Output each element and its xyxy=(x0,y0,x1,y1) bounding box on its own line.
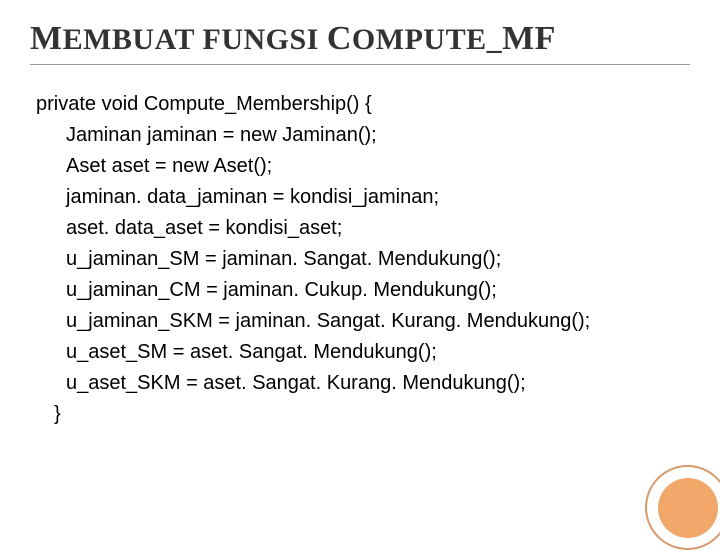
corner-decoration xyxy=(640,460,720,550)
code-line: private void Compute_Membership() { xyxy=(36,89,690,120)
code-line: } xyxy=(36,399,690,430)
code-line: aset. data_aset = kondisi_aset; xyxy=(36,213,690,244)
code-line: u_aset_SM = aset. Sangat. Mendukung(); xyxy=(36,337,690,368)
code-line: jaminan. data_jaminan = kondisi_jaminan; xyxy=(36,182,690,213)
code-line: Aset aset = new Aset(); xyxy=(36,151,690,182)
code-line: u_jaminan_SKM = jaminan. Sangat. Kurang.… xyxy=(36,306,690,337)
code-line: Jaminan jaminan = new Jaminan(); xyxy=(36,120,690,151)
code-line: u_jaminan_CM = jaminan. Cukup. Mendukung… xyxy=(36,275,690,306)
circle-icon xyxy=(658,478,718,538)
slide-title: MEMBUAT FUNGSI COMPUTE_MF xyxy=(30,20,690,65)
code-line: u_jaminan_SM = jaminan. Sangat. Mendukun… xyxy=(36,244,690,275)
slide: MEMBUAT FUNGSI COMPUTE_MF private void C… xyxy=(0,0,720,540)
code-block: private void Compute_Membership() { Jami… xyxy=(30,89,690,430)
code-line: u_aset_SKM = aset. Sangat. Kurang. Mendu… xyxy=(36,368,690,399)
